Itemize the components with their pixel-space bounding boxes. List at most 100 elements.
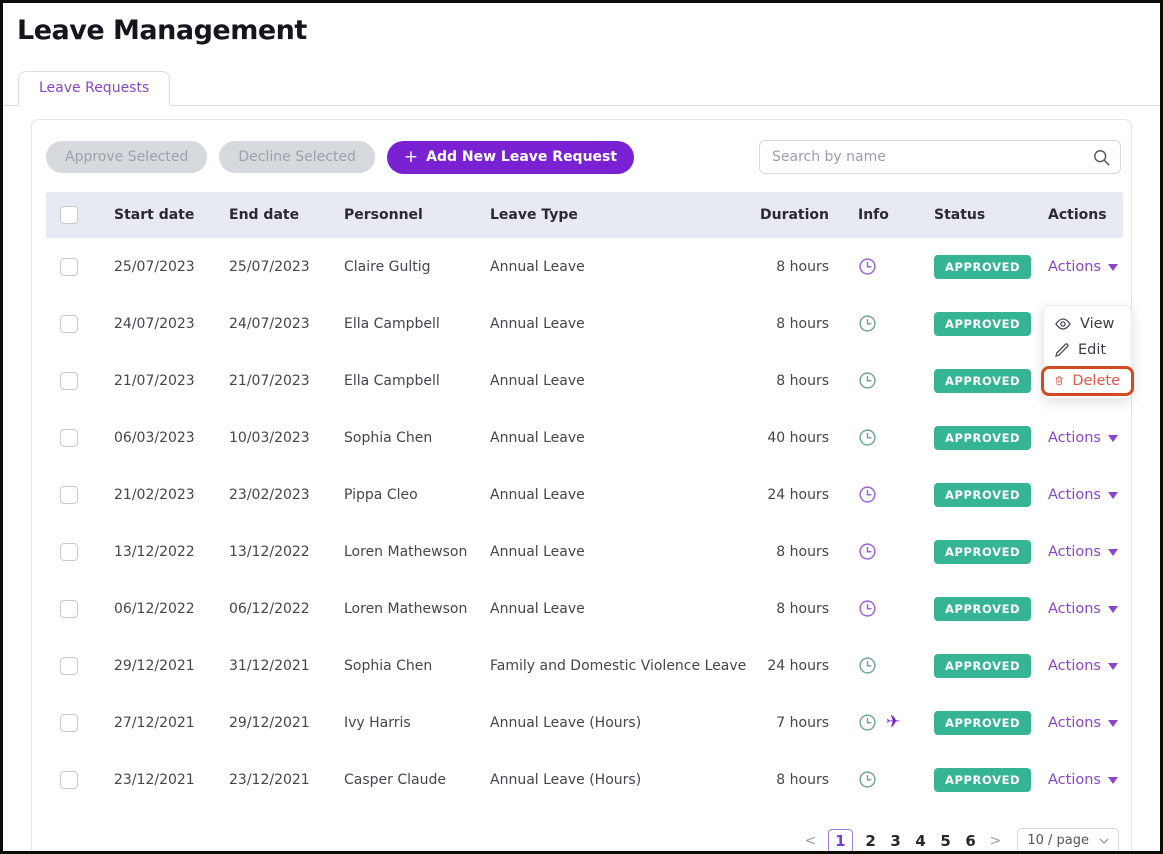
table-row: 23/12/2021 23/12/2021 Casper Claude Annu… [46, 751, 1123, 808]
pagination-prev-button[interactable]: < [803, 833, 817, 849]
chevron-down-icon [1107, 435, 1118, 442]
chevron-down-icon [1107, 720, 1118, 727]
actions-dropdown-trigger[interactable]: Actions [1048, 430, 1118, 446]
actions-dropdown-trigger[interactable]: Actions [1048, 772, 1118, 788]
table-row: 06/12/2022 06/12/2022 Loren Mathewson An… [46, 580, 1123, 637]
row-checkbox[interactable] [60, 599, 78, 618]
pagination-page-1[interactable]: 1 [828, 828, 853, 851]
personnel-cell: Ella Campbell [344, 372, 440, 389]
table-row: 06/03/2023 10/03/2023 Sophia Chen Annual… [46, 409, 1123, 466]
pagination-page-2[interactable]: 2 [864, 832, 878, 850]
row-checkbox[interactable] [60, 257, 78, 276]
add-leave-request-label: Add New Leave Request [426, 149, 618, 165]
menu-item-delete[interactable]: Delete [1041, 365, 1134, 396]
toolbar: Approve Selected Decline Selected + Add … [46, 140, 1121, 174]
status-badge: APPROVED [934, 653, 1032, 678]
info-cell: ✈ [834, 770, 924, 789]
actions-link-label: Actions [1048, 429, 1101, 446]
column-header-leave-type: Leave Type [490, 207, 578, 223]
menu-item-view[interactable]: View [1044, 310, 1131, 337]
actions-menu: View Edit Delete [1041, 304, 1134, 399]
start-date-cell: 27/12/2021 [114, 714, 195, 731]
start-date-cell: 21/02/2023 [114, 486, 195, 503]
pagination-next-button[interactable]: > [989, 833, 1003, 849]
actions-dropdown-trigger[interactable]: Actions [1048, 259, 1118, 275]
leave-type-cell: Annual Leave [490, 315, 585, 332]
menu-item-edit[interactable]: Edit [1044, 336, 1131, 363]
info-cell: ✈ [834, 542, 924, 561]
leave-type-cell: Annual Leave [490, 258, 585, 275]
status-badge: APPROVED [934, 767, 1032, 792]
column-header-end-date: End date [229, 207, 300, 223]
select-all-checkbox[interactable] [60, 206, 78, 224]
actions-dropdown-trigger[interactable]: Actions [1048, 601, 1118, 617]
personnel-cell: Loren Mathewson [344, 543, 468, 560]
search-input[interactable] [759, 140, 1121, 174]
pagination-page-6[interactable]: 6 [964, 832, 978, 850]
select-chevron-icon [1099, 838, 1109, 844]
end-date-cell: 23/02/2023 [229, 486, 310, 503]
end-date-cell: 10/03/2023 [229, 429, 310, 446]
duration-cell: 8 hours [776, 771, 829, 788]
actions-dropdown-trigger[interactable]: Actions [1048, 487, 1118, 503]
info-cell: ✈ [834, 428, 924, 447]
eye-icon [1055, 317, 1071, 330]
approve-selected-button[interactable]: Approve Selected [46, 141, 208, 173]
trash-icon [1055, 376, 1063, 385]
row-checkbox[interactable] [60, 371, 78, 390]
status-badge: APPROVED [934, 482, 1032, 507]
row-checkbox[interactable] [60, 485, 78, 504]
pagination-page-4[interactable]: 4 [914, 832, 928, 850]
actions-dropdown-trigger[interactable]: Actions [1048, 658, 1118, 674]
row-checkbox[interactable] [60, 656, 78, 675]
row-checkbox[interactable] [60, 314, 78, 333]
end-date-cell: 21/07/2023 [229, 372, 310, 389]
page-size-value: 10 / page [1027, 833, 1089, 848]
personnel-cell: Pippa Cleo [344, 486, 418, 503]
chevron-down-icon [1107, 264, 1118, 271]
duration-cell: 8 hours [776, 600, 829, 617]
content-card: Approve Selected Decline Selected + Add … [31, 119, 1134, 851]
actions-dropdown-trigger[interactable]: Actions [1048, 544, 1118, 560]
decline-selected-button[interactable]: Decline Selected [219, 141, 375, 173]
status-badge: APPROVED [934, 425, 1032, 450]
pagination-page-3[interactable]: 3 [889, 832, 903, 850]
chevron-down-icon [1107, 663, 1118, 670]
clock-icon [858, 314, 877, 333]
row-checkbox[interactable] [60, 770, 78, 789]
row-checkbox[interactable] [60, 428, 78, 447]
clock-icon [858, 770, 877, 789]
column-header-personnel: Personnel [344, 207, 423, 223]
leave-type-cell: Annual Leave [490, 600, 585, 617]
personnel-cell: Claire Gultig [344, 258, 431, 275]
clock-icon [858, 713, 877, 732]
pagination-page-5[interactable]: 5 [939, 832, 953, 850]
start-date-cell: 13/12/2022 [114, 543, 195, 560]
row-checkbox[interactable] [60, 542, 78, 561]
info-cell: ✈ [834, 314, 924, 333]
duration-cell: 8 hours [776, 315, 829, 332]
start-date-cell: 25/07/2023 [114, 258, 195, 275]
chevron-down-icon [1107, 492, 1118, 499]
actions-dropdown-trigger[interactable]: Actions [1048, 715, 1118, 731]
clock-icon [858, 257, 877, 276]
clock-icon [858, 485, 877, 504]
row-checkbox[interactable] [60, 713, 78, 732]
duration-cell: 24 hours [767, 486, 829, 503]
chevron-down-icon [1107, 549, 1118, 556]
status-badge: APPROVED [934, 254, 1032, 279]
search-icon[interactable] [1093, 149, 1110, 170]
column-header-status: Status [934, 207, 986, 223]
duration-cell: 8 hours [776, 543, 829, 560]
menu-item-edit-label: Edit [1078, 341, 1107, 358]
column-header-info: Info [858, 207, 889, 223]
add-leave-request-button[interactable]: + Add New Leave Request [386, 140, 635, 174]
page-size-select[interactable]: 10 / page [1017, 828, 1119, 851]
tab-leave-requests[interactable]: Leave Requests [18, 71, 171, 106]
actions-link-label: Actions [1048, 258, 1101, 275]
leave-type-cell: Annual Leave (Hours) [490, 771, 642, 788]
column-header-start-date: Start date [114, 207, 195, 223]
info-cell: ✈ [834, 713, 924, 732]
actions-link-label: Actions [1048, 714, 1101, 731]
info-cell: ✈ [834, 371, 924, 390]
